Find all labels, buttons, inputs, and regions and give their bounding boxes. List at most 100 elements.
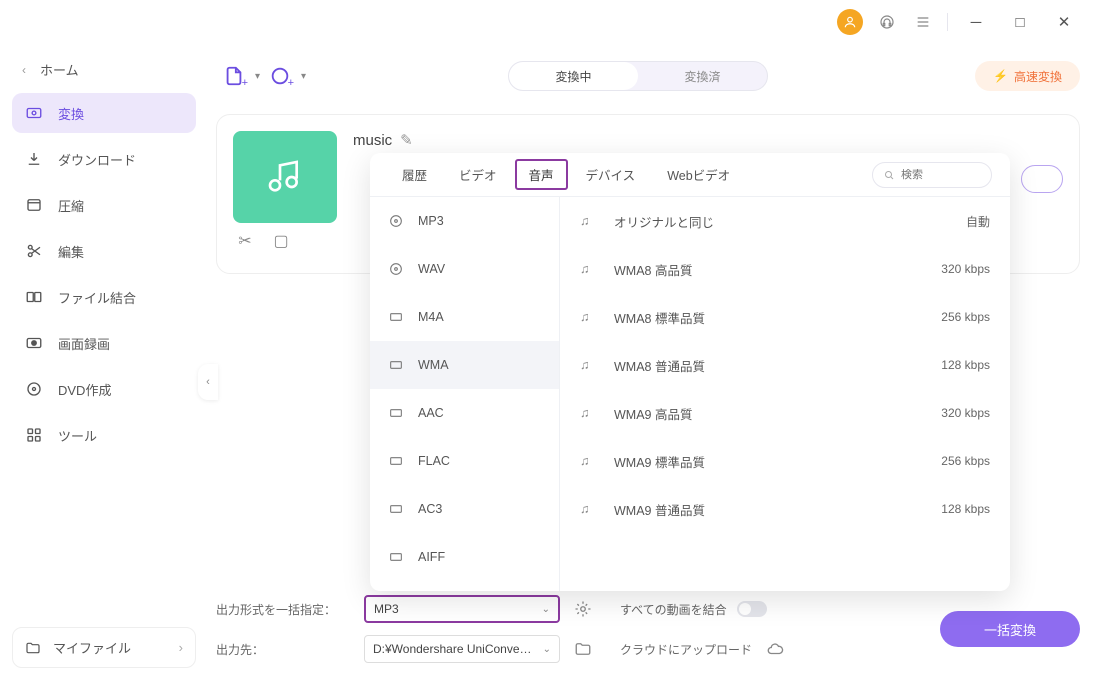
back-chevron-icon: ‹ xyxy=(22,63,26,77)
crop-icon[interactable]: ▢ xyxy=(269,231,293,251)
close-button[interactable]: ✕ xyxy=(1048,10,1080,34)
format-m4a[interactable]: M4A xyxy=(370,293,559,341)
sidebar-item-download[interactable]: ダウンロード xyxy=(12,139,196,179)
format-wav[interactable]: WAV xyxy=(370,245,559,293)
sidebar-item-label: ツール xyxy=(58,426,97,445)
scissors-icon xyxy=(24,241,44,261)
tab-converted[interactable]: 変換済 xyxy=(638,62,767,90)
tag-icon xyxy=(386,403,406,423)
format-flac[interactable]: FLAC xyxy=(370,437,559,485)
panel-tab-web[interactable]: Webビデオ xyxy=(653,159,744,190)
sidebar-item-compress[interactable]: 圧縮 xyxy=(12,185,196,225)
merge-toggle[interactable] xyxy=(737,601,767,617)
convert-all-button[interactable]: 一括変換 xyxy=(940,611,1080,647)
sidebar-item-merge[interactable]: ファイル結合 xyxy=(12,277,196,317)
tag-icon xyxy=(386,547,406,567)
trim-icon[interactable]: ✂ xyxy=(233,231,257,251)
convert-icon xyxy=(24,103,44,123)
tab-converting[interactable]: 変換中 xyxy=(509,62,638,90)
panel-tab-history[interactable]: 履歴 xyxy=(388,159,441,190)
add-url-button[interactable]: + ▾ xyxy=(262,61,298,91)
sidebar-item-tools[interactable]: ツール xyxy=(12,415,196,455)
merge-videos-row: すべての動画を結合 xyxy=(620,601,820,618)
quality-list: ♫オリジナルと同じ自動 ♫WMA8 高品質320 kbps ♫WMA8 標準品質… xyxy=(560,197,1010,591)
sidebar-item-label: 画面録画 xyxy=(58,334,110,353)
output-format-label: 出力形式を一括指定： xyxy=(216,601,354,618)
media-title: music xyxy=(353,132,392,149)
lightning-icon: ⚡ xyxy=(993,69,1008,83)
cloud-upload-row: クラウドにアップロード xyxy=(620,636,820,662)
quality-row[interactable]: ♫オリジナルと同じ自動 xyxy=(560,197,1010,245)
menu-icon[interactable] xyxy=(911,10,935,34)
topbar: + ▾ + ▾ 変換中 変換済 ⚡ 高速変換 xyxy=(216,48,1080,104)
tag-icon xyxy=(386,355,406,375)
merge-icon xyxy=(24,287,44,307)
output-format-pill[interactable] xyxy=(1021,165,1063,193)
panel-search[interactable] xyxy=(872,162,992,188)
bottom-bar: 出力形式を一括指定： MP3 ⌄ すべての動画を結合 一括変換 出力先： D:¥… xyxy=(216,584,1080,664)
compress-icon xyxy=(24,195,44,215)
minimize-button[interactable]: ─ xyxy=(960,10,992,34)
cloud-label: クラウドにアップロード xyxy=(620,641,752,658)
settings-icon[interactable] xyxy=(570,596,596,622)
sidebar-home-label: ホーム xyxy=(40,60,79,79)
tag-icon xyxy=(386,451,406,471)
output-folder-label: 出力先： xyxy=(216,641,354,658)
quality-row[interactable]: ♫WMA8 高品質320 kbps xyxy=(560,245,1010,293)
sidebar-item-label: 圧縮 xyxy=(58,196,84,215)
tag-icon xyxy=(386,499,406,519)
panel-tab-device[interactable]: デバイス xyxy=(572,159,650,190)
format-aiff[interactable]: AIFF xyxy=(370,533,559,581)
sidebar: ‹ ホーム 変換 ダウンロード 圧縮 編集 ファイル結合 画面録画 xyxy=(0,44,208,680)
output-folder-select[interactable]: D:¥Wondershare UniConverter ⌄ xyxy=(364,635,560,663)
fast-convert-button[interactable]: ⚡ 高速変換 xyxy=(975,61,1080,91)
music-icon: ♫ xyxy=(580,214,600,228)
output-format-select[interactable]: MP3 ⌄ xyxy=(364,595,560,623)
folder-icon xyxy=(25,640,41,656)
media-title-row: music ✎ xyxy=(353,131,413,149)
panel-tabs: 履歴 ビデオ 音声 デバイス Webビデオ xyxy=(370,153,1010,197)
sidebar-item-edit[interactable]: 編集 xyxy=(12,231,196,271)
download-icon xyxy=(24,149,44,169)
music-icon: ♫ xyxy=(580,358,600,372)
music-icon: ♫ xyxy=(580,406,600,420)
music-icon: ♫ xyxy=(580,502,600,516)
media-tools: ✂ ▢ xyxy=(233,231,293,251)
sidebar-item-label: 変換 xyxy=(58,104,84,123)
tag-icon xyxy=(386,307,406,327)
add-file-button[interactable]: + ▾ xyxy=(216,61,252,91)
quality-row[interactable]: ♫WMA9 普通品質128 kbps xyxy=(560,485,1010,533)
maximize-button[interactable]: □ xyxy=(1004,10,1036,34)
disc-icon xyxy=(386,259,406,279)
quality-row[interactable]: ♫WMA9 高品質320 kbps xyxy=(560,389,1010,437)
disc-icon xyxy=(24,379,44,399)
format-aac[interactable]: AAC xyxy=(370,389,559,437)
conversion-tabs: 変換中 変換済 xyxy=(508,61,768,91)
sidebar-home[interactable]: ‹ ホーム xyxy=(12,52,196,87)
open-folder-icon[interactable] xyxy=(570,636,596,662)
media-thumbnail xyxy=(233,131,337,223)
sidebar-item-label: DVD作成 xyxy=(58,380,111,399)
support-icon[interactable] xyxy=(875,10,899,34)
panel-tab-audio[interactable]: 音声 xyxy=(515,159,568,190)
caret-down-icon: ▾ xyxy=(255,71,260,82)
avatar[interactable] xyxy=(837,9,863,35)
sidebar-item-label: ファイル結合 xyxy=(58,288,136,307)
search-icon xyxy=(883,169,895,181)
format-wma[interactable]: WMA xyxy=(370,341,559,389)
merge-label: すべての動画を結合 xyxy=(620,601,727,618)
format-mp3[interactable]: MP3 xyxy=(370,197,559,245)
cloud-icon[interactable] xyxy=(762,636,788,662)
sidebar-item-record[interactable]: 画面録画 xyxy=(12,323,196,363)
sidebar-item-dvd[interactable]: DVD作成 xyxy=(12,369,196,409)
sidebar-item-convert[interactable]: 変換 xyxy=(12,93,196,133)
panel-tab-video[interactable]: ビデオ xyxy=(445,159,511,190)
edit-icon[interactable]: ✎ xyxy=(400,131,413,149)
sidebar-collapse[interactable]: ‹ xyxy=(198,364,218,400)
quality-row[interactable]: ♫WMA8 標準品質256 kbps xyxy=(560,293,1010,341)
quality-row[interactable]: ♫WMA8 普通品質128 kbps xyxy=(560,341,1010,389)
sidebar-myfile[interactable]: マイファイル › xyxy=(12,627,196,668)
quality-row[interactable]: ♫WMA9 標準品質256 kbps xyxy=(560,437,1010,485)
panel-search-input[interactable] xyxy=(901,169,977,181)
format-ac3[interactable]: AC3 xyxy=(370,485,559,533)
